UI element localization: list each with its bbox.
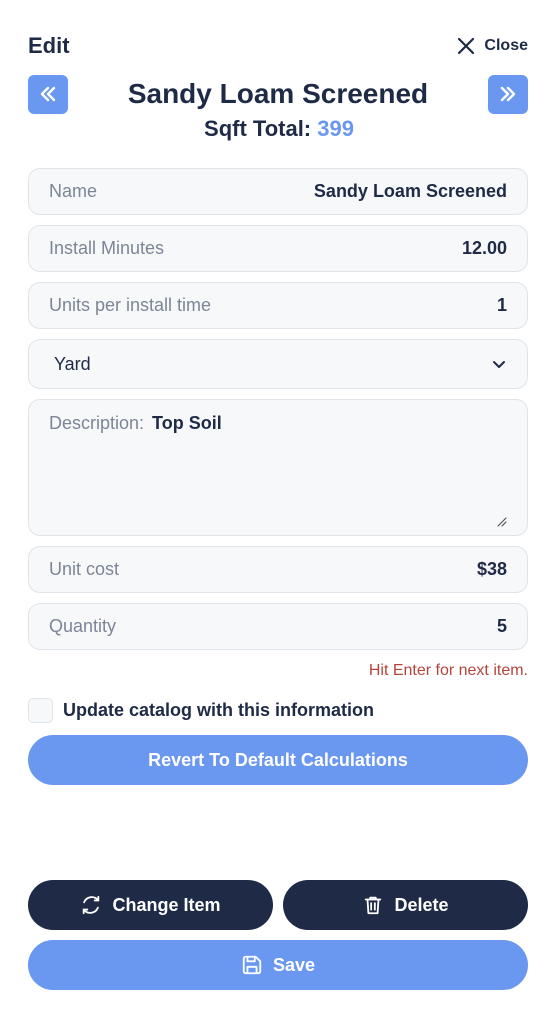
- update-catalog-label: Update catalog with this information: [63, 700, 375, 720]
- double-chevron-right-icon: [500, 86, 516, 102]
- quantity-field[interactable]: Quantity 5: [28, 603, 528, 650]
- chevron-down-icon: [493, 361, 505, 368]
- name-label: Name: [49, 181, 98, 201]
- units-per-install-field[interactable]: Units per install time 1: [28, 282, 528, 329]
- name-field[interactable]: Name Sandy Loam Screened: [28, 168, 528, 215]
- units-per-install-label: Units per install time: [49, 295, 212, 315]
- trash-icon: [365, 896, 382, 915]
- change-item-button[interactable]: Change Item: [28, 880, 273, 930]
- unit-cost-field[interactable]: Unit cost $38: [28, 546, 528, 593]
- double-chevron-left-icon: [40, 86, 56, 102]
- delete-label: Delete: [394, 894, 449, 915]
- unit-cost-label: Unit cost: [49, 559, 120, 579]
- sqft-label: Sqft Total:: [204, 116, 312, 141]
- sqft-total: Sqft Total: 399: [0, 116, 558, 142]
- close-label: Close: [484, 37, 528, 54]
- quantity-label: Quantity: [49, 616, 117, 636]
- next-item-button[interactable]: [488, 74, 528, 114]
- save-button[interactable]: Save: [28, 940, 528, 990]
- save-label: Save: [272, 954, 316, 975]
- delete-button[interactable]: Delete: [283, 880, 528, 930]
- header: Edit Close: [28, 32, 528, 60]
- item-navigation: Sandy Loam Screened: [28, 74, 528, 114]
- name-value: Sandy Loam Screened: [313, 181, 507, 201]
- unit-select[interactable]: Yard: [28, 339, 528, 389]
- update-catalog-checkbox[interactable]: [28, 698, 53, 723]
- edit-title: Edit: [28, 33, 70, 58]
- resize-handle-icon[interactable]: [495, 515, 507, 527]
- next-item-hint: Hit Enter for next item.: [368, 662, 528, 679]
- previous-item-button[interactable]: [28, 74, 68, 114]
- description-label: Description:: [49, 413, 145, 433]
- install-minutes-value: 12.00: [461, 238, 507, 258]
- description-textarea[interactable]: Description: Top Soil: [28, 399, 528, 536]
- close-icon: [458, 37, 475, 55]
- sqft-value: 399: [317, 116, 354, 141]
- change-item-label: Change Item: [112, 894, 221, 915]
- units-per-install-value: 1: [496, 295, 507, 315]
- refresh-icon: [83, 895, 100, 915]
- description-value: Top Soil: [152, 413, 222, 433]
- unit-cost-value: $38: [476, 559, 507, 579]
- revert-default-button[interactable]: Revert To Default Calculations: [28, 735, 528, 785]
- update-catalog-row: Update catalog with this information: [28, 698, 374, 723]
- unit-select-value: Yard: [54, 353, 91, 374]
- close-button[interactable]: Close: [456, 36, 528, 56]
- floppy-disk-icon: [242, 955, 262, 975]
- install-minutes-label: Install Minutes: [49, 238, 165, 258]
- item-title: Sandy Loam Screened: [127, 78, 429, 109]
- revert-default-label: Revert To Default Calculations: [148, 749, 408, 770]
- install-minutes-field[interactable]: Install Minutes 12.00: [28, 225, 528, 272]
- quantity-value: 5: [496, 616, 507, 636]
